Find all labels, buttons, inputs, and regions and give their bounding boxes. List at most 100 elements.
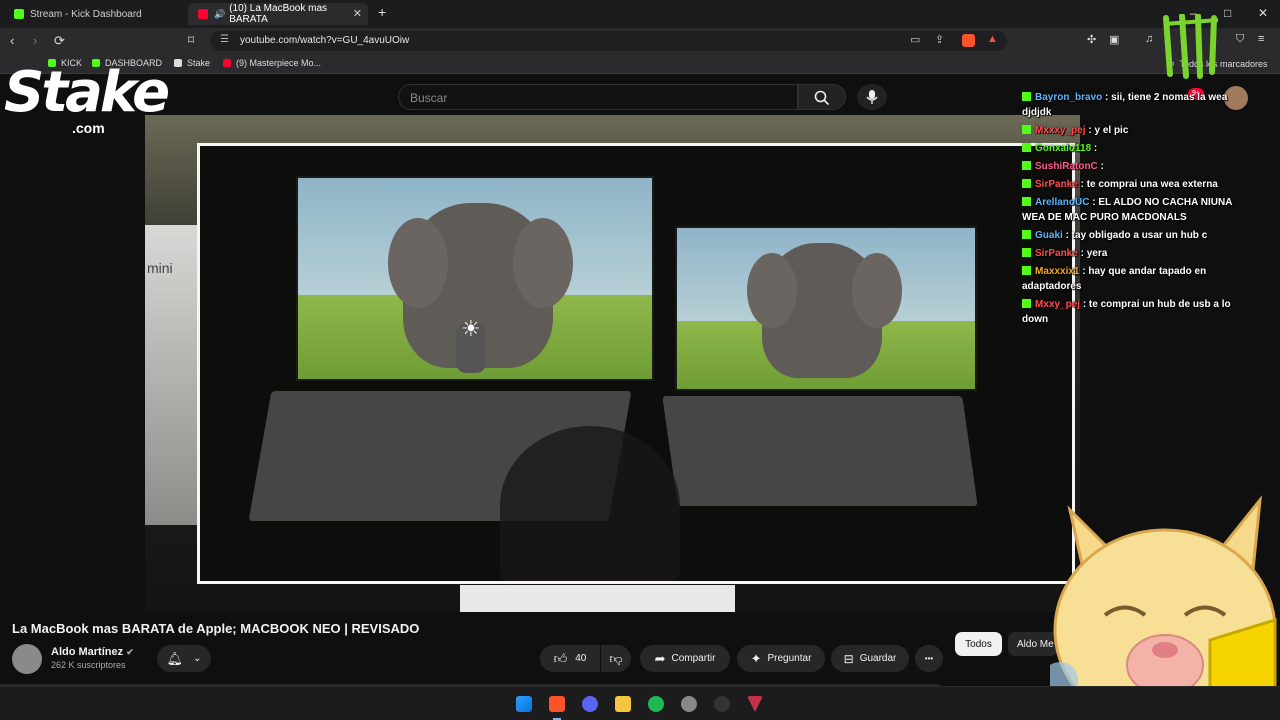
brave-icon[interactable] <box>549 696 565 712</box>
stake-icon <box>174 59 182 67</box>
sparkle-icon: ✦ <box>750 650 762 666</box>
chat-text: : yera <box>1080 248 1108 259</box>
brave-shield-icon[interactable] <box>962 34 975 47</box>
save-button[interactable]: ⊟ Guardar <box>831 645 909 672</box>
elephant-ear <box>388 218 448 308</box>
more-actions-button[interactable]: ••• <box>915 645 943 672</box>
ask-label: Preguntar <box>767 653 812 664</box>
chat-text: : <box>1093 143 1098 154</box>
window-close-button[interactable]: ✕ <box>1258 6 1268 20</box>
forward-icon[interactable]: › <box>33 33 37 48</box>
search-input[interactable]: Buscar <box>398 84 798 110</box>
obs-icon[interactable] <box>681 696 697 712</box>
laptop-screen-left: ☀ <box>296 176 654 381</box>
bookmarks-bar: KICK DASHBOARD Stake (9) Masterpiece Mo.… <box>0 54 1280 74</box>
back-icon[interactable]: ‹ <box>10 33 14 48</box>
address-bar[interactable]: ☰ youtube.com/watch?v=GU_4avuUOiw ▭ ⇪ ▲ <box>210 31 1007 51</box>
chat-message: ArellanoUC : EL ALDO NO CACHA NIUNA WEA … <box>1022 195 1252 225</box>
box-text: mini <box>147 260 173 276</box>
youtube-icon <box>223 59 231 67</box>
chat-username: Mxxy_pej <box>1035 299 1081 310</box>
subscriber-count: 262 K suscriptores <box>51 660 126 670</box>
kick-badge-icon <box>1022 125 1031 134</box>
share-icon[interactable]: ⇪ <box>935 33 944 46</box>
bookmark-icon[interactable]: ⌑ <box>188 33 194 47</box>
verified-icon: ✔ <box>126 647 134 657</box>
spotify-icon[interactable] <box>648 696 664 712</box>
maximize-button[interactable]: □ <box>1224 6 1231 20</box>
chat-username: Gonxalo118 <box>1035 143 1092 154</box>
screenshot-icon[interactable]: ▣ <box>1109 33 1119 46</box>
url-text: youtube.com/watch?v=GU_4avuUOiw <box>240 35 410 46</box>
chat-message: SirPanke : yera <box>1022 246 1252 261</box>
steam-icon[interactable] <box>714 696 730 712</box>
folder-icon[interactable] <box>615 696 631 712</box>
elephant-ear <box>747 253 797 328</box>
brightness-icon: ☀ <box>461 316 481 341</box>
chat-message: Maxxxix1 : hay que andar tapado en adapt… <box>1022 264 1252 294</box>
monster-energy-logo <box>1163 14 1219 79</box>
dislike-button[interactable]: 👎︎ <box>601 645 631 672</box>
extensions-icon[interactable]: ✣ <box>1087 33 1096 46</box>
bookmark-label: (9) Masterpiece Mo... <box>236 58 322 68</box>
stake-logo-domain: .com <box>72 120 105 136</box>
chat-message: Bayron_bravo : sii, tiene 2 nomas la wea… <box>1022 90 1252 120</box>
speaker-icon: 🔊 <box>214 8 226 19</box>
new-tab-button[interactable]: + <box>378 4 386 20</box>
channel-avatar[interactable] <box>12 644 42 674</box>
kick-badge-icon <box>1022 143 1031 152</box>
video-title: La MacBook mas BARATA de Apple; MACBOOK … <box>12 621 420 636</box>
like-count: 40 <box>575 653 587 664</box>
app-icon[interactable] <box>747 696 763 712</box>
kick-badge-icon <box>1022 230 1031 239</box>
search-placeholder: Buscar <box>410 91 448 105</box>
ask-button[interactable]: ✦ Preguntar <box>737 645 825 672</box>
channel-name[interactable]: Aldo Martínez ✔ <box>51 646 134 658</box>
microphone-icon <box>866 90 878 104</box>
chip-todos[interactable]: Todos <box>955 632 1002 656</box>
kick-badge-icon <box>1022 161 1031 170</box>
hand-silhouette <box>500 426 680 581</box>
chat-username: Bayron_bravo <box>1035 92 1103 103</box>
voice-search-button[interactable] <box>857 84 887 110</box>
bookmark-youtube[interactable]: (9) Masterpiece Mo... <box>223 58 321 68</box>
brave-rewards-icon[interactable]: ▲ <box>987 33 998 45</box>
reload-icon[interactable]: ⟳ <box>54 33 65 49</box>
bookmark-stake[interactable]: Stake <box>174 58 210 68</box>
stream-chat-overlay: Bayron_bravo : sii, tiene 2 nomas la wea… <box>1022 90 1252 330</box>
chat-text: : te comprai una wea externa <box>1080 179 1218 190</box>
chat-username: SirPanke <box>1035 179 1078 190</box>
chat-text: : tay obligado a usar un hub c <box>1065 230 1208 241</box>
share-button[interactable]: ➦ Compartir <box>640 645 730 672</box>
bell-icon: 🔔︎ <box>166 650 184 666</box>
site-info-icon[interactable]: ☰ <box>220 34 229 45</box>
chat-username: Maxxxix1 <box>1035 266 1080 277</box>
thumbs-down-icon: 👎︎ <box>609 650 623 666</box>
chat-message: SirPanke : te comprai una wea externa <box>1022 177 1252 192</box>
stake-logo: Stake <box>4 60 170 125</box>
windows-icon[interactable] <box>516 696 532 712</box>
kick-icon <box>14 9 24 19</box>
close-tab-icon[interactable]: ✕ <box>353 7 362 20</box>
chat-username: Mxxxy_pej <box>1035 125 1086 136</box>
tab-label: Stream - Kick Dashboard <box>30 8 142 20</box>
chat-username: SushiRatonC <box>1035 161 1098 172</box>
chat-username: ArellanoUC <box>1035 197 1090 208</box>
tab-kick-dashboard[interactable]: Stream - Kick Dashboard <box>4 3 186 25</box>
windows-taskbar <box>0 686 1280 720</box>
chat-message: Mxxy_pej : te comprai un hub de usb a lo… <box>1022 297 1252 327</box>
menu-icon[interactable]: ≡ <box>1258 33 1264 45</box>
like-button[interactable]: 👍︎ 40 <box>540 645 600 672</box>
chat-message: Mxxxy_pej : y el pic <box>1022 123 1252 138</box>
media-icon[interactable]: ♫ <box>1145 33 1153 45</box>
cast-icon[interactable]: ▭ <box>910 33 920 46</box>
vpn-shield-icon[interactable]: ⛉ <box>1236 33 1244 46</box>
elephant-ear <box>852 253 902 328</box>
search-button[interactable] <box>798 84 846 110</box>
discord-icon[interactable] <box>582 696 598 712</box>
save-label: Guardar <box>859 653 897 664</box>
subscription-bell-button[interactable]: 🔔︎ ⌄ <box>157 645 211 672</box>
navigation-bar: ‹ › ⟳ ⌑ ☰ youtube.com/watch?v=GU_4avuUOi… <box>0 28 1280 54</box>
tab-youtube-video[interactable]: 🔊 (10) La MacBook mas BARATA ✕ <box>188 3 368 25</box>
laptop-keyboard-right <box>662 396 978 506</box>
